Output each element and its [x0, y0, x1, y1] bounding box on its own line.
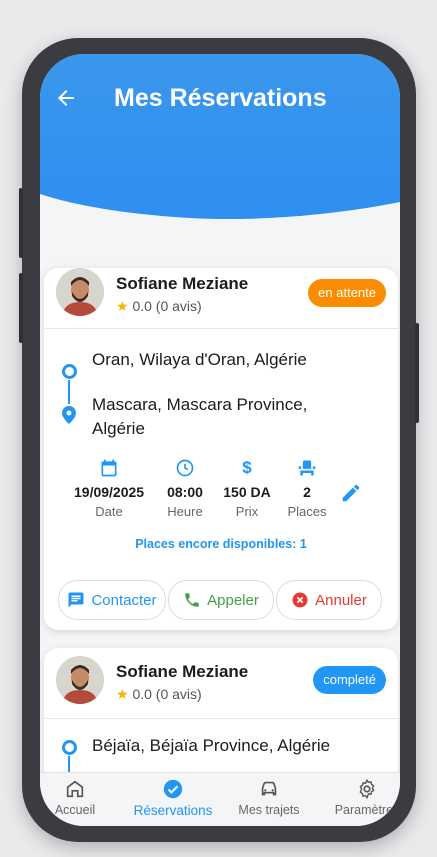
- power-button: [415, 323, 419, 423]
- status-badge: en attente: [308, 279, 386, 307]
- nav-item-accueil[interactable]: Accueil: [40, 777, 120, 817]
- cancel-circle-icon: [292, 592, 308, 608]
- star-icon: ★: [116, 298, 129, 314]
- origin-text: Béjaïa, Béjaïa Province, Algérie: [92, 736, 331, 755]
- star-icon: ★: [116, 686, 129, 702]
- calendar-icon: [74, 458, 144, 478]
- seats-label: Places: [287, 504, 327, 519]
- destination-pin-icon: [62, 406, 76, 424]
- destination-text: Mascara, Mascara Province, Algérie: [92, 393, 307, 441]
- origin-dot-icon: [62, 740, 77, 755]
- bottom-navigation: Accueil Réservations Mes trajets Paramèt…: [40, 772, 400, 826]
- nav-item-reservations[interactable]: Réservations: [128, 777, 218, 818]
- destination-line-2: Algérie: [92, 419, 145, 438]
- phone-icon: [185, 593, 199, 607]
- page-title: Mes Réservations: [114, 84, 327, 112]
- info-time: 08:00 Heure: [150, 458, 220, 519]
- date-value: 19/09/2025: [74, 484, 145, 500]
- seat-icon: [272, 458, 342, 478]
- status-badge: completé: [313, 666, 386, 694]
- check-circle-icon: [128, 777, 218, 801]
- driver-rating: ★ 0.0 (0 avis): [116, 298, 202, 315]
- reservation-card: Sofiane Meziane ★ 0.0 (0 avis) en attent…: [44, 268, 398, 630]
- seats-value: 2: [303, 484, 311, 500]
- route-line: [68, 380, 70, 404]
- rating-text: 0.0 (0 avis): [132, 298, 202, 314]
- info-seats: 2 Places: [272, 458, 342, 519]
- driver-rating: ★ 0.0 (0 avis): [116, 686, 202, 703]
- edit-icon[interactable]: [340, 482, 362, 509]
- home-icon: [40, 777, 120, 801]
- header: Mes Réservations: [40, 54, 400, 224]
- message-icon: [68, 592, 84, 608]
- call-label: Appeler: [207, 591, 259, 609]
- availability-text: Places encore disponibles: 1: [135, 537, 307, 551]
- driver-name: Sofiane Meziane: [116, 662, 249, 681]
- destination-line-1: Mascara, Mascara Province,: [92, 395, 308, 414]
- avatar: [56, 268, 104, 316]
- nav-item-parametres[interactable]: Paramètres: [322, 777, 400, 817]
- date-label: Date: [95, 504, 123, 519]
- origin-dot-icon: [62, 364, 77, 379]
- gear-icon: [322, 777, 400, 801]
- origin-text: Oran, Wilaya d'Oran, Algérie: [92, 350, 307, 369]
- contact-label: Contacter: [91, 591, 157, 609]
- divider: [44, 328, 398, 329]
- side-button: [19, 273, 23, 343]
- avatar: [56, 656, 104, 704]
- nav-label: Mes trajets: [238, 803, 300, 817]
- back-arrow-icon[interactable]: [54, 86, 78, 110]
- car-icon: [224, 777, 314, 801]
- driver-name: Sofiane Meziane: [116, 274, 249, 293]
- app-screen: Mes Réservations Sofiane Meziane ★ 0.0 (…: [40, 54, 400, 826]
- side-button: [19, 188, 23, 258]
- call-button[interactable]: Appeler: [168, 580, 274, 620]
- nav-label: Paramètres: [334, 803, 400, 817]
- nav-label: Réservations: [133, 803, 213, 818]
- rating-text: 0.0 (0 avis): [132, 686, 202, 702]
- contact-button[interactable]: Contacter: [58, 580, 166, 620]
- time-label: Heure: [167, 504, 203, 519]
- nav-label: Accueil: [54, 803, 96, 817]
- cancel-button[interactable]: Annuler: [276, 580, 382, 620]
- divider: [44, 718, 398, 719]
- time-value: 08:00: [167, 484, 203, 500]
- nav-item-mes-trajets[interactable]: Mes trajets: [224, 777, 314, 817]
- clock-icon: [150, 458, 220, 478]
- info-date: 19/09/2025 Date: [74, 458, 144, 519]
- cancel-label: Annuler: [315, 591, 367, 609]
